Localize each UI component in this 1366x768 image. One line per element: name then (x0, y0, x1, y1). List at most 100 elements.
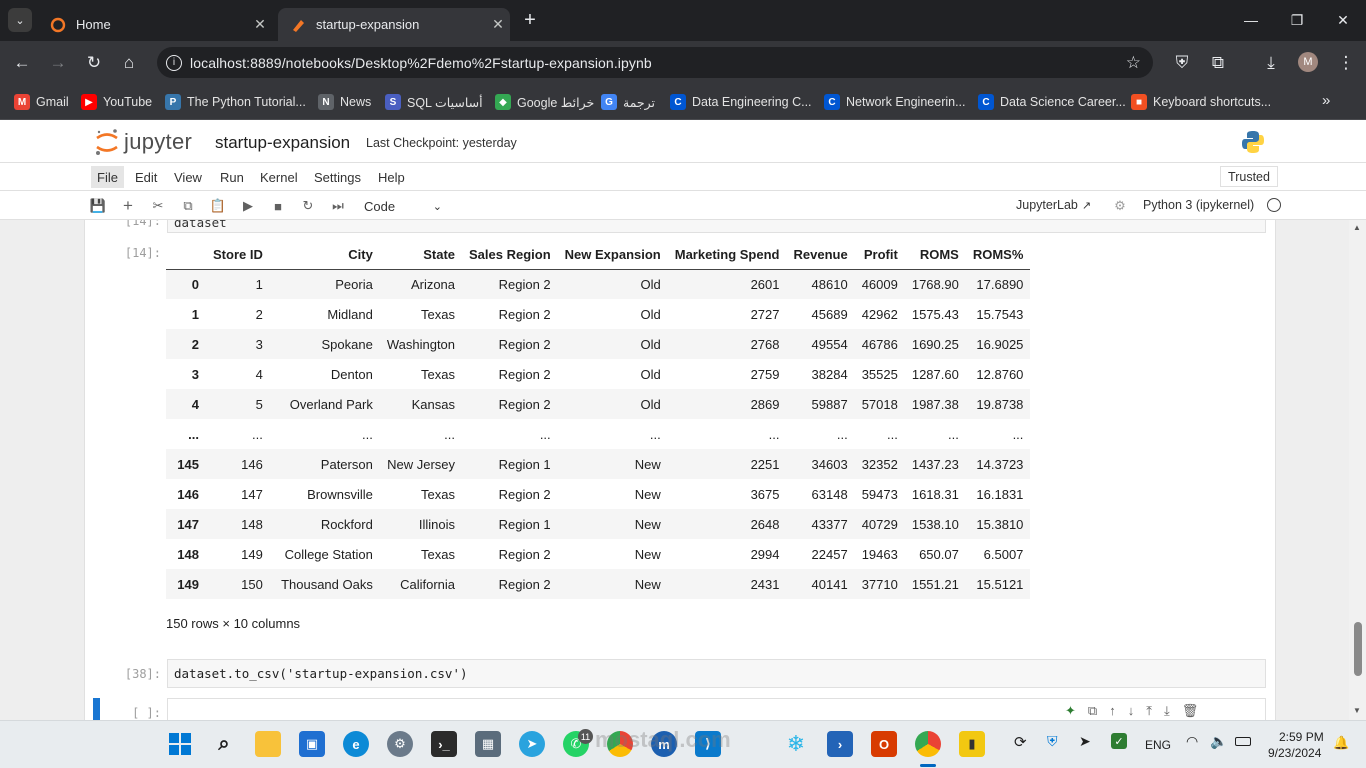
restore-icon[interactable]: ❐ (1274, 0, 1320, 40)
snowflake-icon[interactable]: ❄ (783, 731, 809, 757)
home-icon[interactable]: ⌂ (116, 50, 142, 76)
new-tab-button[interactable]: + (518, 8, 542, 32)
trusted-indicator[interactable]: Trusted (1220, 166, 1278, 187)
language-indicator[interactable]: ENG (1145, 738, 1171, 752)
edge-icon[interactable]: e (343, 731, 369, 757)
close-tab-icon[interactable]: ✕ (486, 16, 510, 33)
bookmark-item[interactable]: S SQL أساسيات (385, 93, 483, 111)
sync-icon[interactable]: ⟳ (1014, 733, 1027, 751)
bookmark-item[interactable]: C Data Science Career... (978, 93, 1126, 111)
kernel-settings-gear-icon[interactable]: ⚙ (1110, 196, 1130, 216)
jupyter-logo[interactable]: jupyter (94, 127, 192, 157)
notebook-title[interactable]: startup-expansion (215, 133, 350, 153)
telegram-icon[interactable]: ➤ (519, 731, 545, 757)
chrome-profile-icon[interactable] (915, 731, 941, 757)
clock-time[interactable]: 2:59 PM (1279, 730, 1324, 744)
address-bar[interactable]: i localhost:8889/notebooks/Desktop%2Fdem… (157, 47, 1153, 78)
tab-home[interactable]: Home ✕ (38, 8, 272, 41)
minimize-icon[interactable]: — (1228, 0, 1274, 40)
save-icon[interactable]: 💾 (88, 196, 108, 216)
check-tray-icon[interactable]: ✓ (1111, 733, 1127, 749)
add-cell-icon[interactable]: + (118, 196, 138, 216)
bookmark-item[interactable]: G ترجمة (601, 93, 655, 111)
profile-avatar[interactable]: M (1298, 52, 1318, 72)
clock-date[interactable]: 9/23/2024 (1268, 746, 1321, 760)
notification-bell-icon[interactable]: 🔔 (1333, 735, 1349, 751)
insert-below-icon[interactable]: ⤓ (1164, 703, 1170, 720)
jupyterlab-link[interactable]: JupyterLab ↗ (1016, 198, 1091, 212)
reload-icon[interactable]: ↻ (81, 50, 107, 76)
cut-icon[interactable]: ✂ (148, 196, 168, 216)
code-cell-38[interactable]: dataset.to_csv('startup-expansion.csv') (167, 659, 1266, 688)
bookmark-item[interactable]: ◆ Google خرائط (495, 93, 594, 111)
restart-icon[interactable]: ↻ (298, 196, 318, 216)
fast-forward-icon[interactable]: ⏭ (328, 196, 348, 216)
paste-icon[interactable]: 📋 (208, 196, 228, 216)
scrollbar-thumb[interactable] (1354, 622, 1362, 676)
insert-above-icon[interactable]: ⤒ (1146, 703, 1152, 720)
powershell-icon[interactable]: › (827, 731, 853, 757)
run-icon[interactable]: ▶ (238, 196, 258, 216)
close-tab-icon[interactable]: ✕ (248, 16, 272, 33)
move-down-icon[interactable]: ↓ (1128, 703, 1135, 720)
cell-type-dropdown[interactable]: Code ⌄ (358, 195, 446, 217)
volume-icon[interactable]: 🔈 (1210, 733, 1227, 750)
partial-code-cell[interactable]: dataset (167, 220, 1266, 233)
mathworks-icon[interactable]: m (651, 731, 677, 757)
bookmark-item[interactable]: ▶ YouTube (81, 93, 152, 111)
scroll-up-arrow-icon[interactable]: ▲ (1353, 223, 1361, 232)
calculator-icon[interactable]: ▦ (475, 731, 501, 757)
wifi-icon[interactable]: ◠ (1186, 733, 1198, 750)
duplicate-cell-icon[interactable]: ⧉ (1088, 703, 1097, 720)
menu-file[interactable]: File (91, 166, 124, 188)
battery-icon[interactable] (1235, 737, 1251, 746)
stop-icon[interactable]: ■ (268, 196, 288, 216)
url-text[interactable]: localhost:8889/notebooks/Desktop%2Fdemo%… (190, 55, 652, 71)
tab-startup-expansion[interactable]: startup-expansion ✕ (278, 8, 510, 41)
telegram-tray-icon[interactable]: ➤ (1079, 733, 1091, 750)
forward-arrow-icon[interactable]: → (45, 50, 71, 76)
delete-cell-icon[interactable]: 🗑 (1182, 703, 1199, 720)
security-shield-icon[interactable]: ⛨ (1047, 733, 1058, 750)
menu-help[interactable]: Help (372, 166, 411, 188)
shield-extension-icon[interactable]: ⛨ (1169, 50, 1195, 76)
bookmark-item[interactable]: N News (318, 93, 371, 111)
back-arrow-icon[interactable]: ← (9, 50, 35, 76)
windows-start-icon[interactable] (167, 731, 193, 757)
kernel-name[interactable]: Python 3 (ipykernel) (1143, 198, 1254, 212)
bookmark-item[interactable]: C Data Engineering C... (670, 93, 812, 111)
extensions-puzzle-icon[interactable]: ⧉ (1205, 50, 1231, 76)
power-bi-icon[interactable]: ▮ (959, 731, 985, 757)
bookmark-item[interactable]: M Gmail (14, 93, 69, 111)
menu-kernel[interactable]: Kernel (254, 166, 304, 188)
download-icon[interactable]: ⤓ (1258, 50, 1284, 76)
site-info-icon[interactable]: i (166, 54, 182, 71)
bookmarks-overflow-icon[interactable]: » (1322, 92, 1330, 109)
close-window-icon[interactable]: ✕ (1320, 0, 1366, 40)
menu-view[interactable]: View (168, 166, 208, 188)
bookmark-item[interactable]: ■ Keyboard shortcuts... (1131, 93, 1271, 111)
menu-run[interactable]: Run (214, 166, 250, 188)
copy-icon[interactable]: ⧉ (178, 196, 198, 216)
menu-edit[interactable]: Edit (129, 166, 163, 188)
chrome-icon[interactable] (607, 731, 633, 757)
chrome-menu-icon[interactable]: ⋮ (1333, 50, 1359, 76)
bookmark-item[interactable]: C Network Engineerin... (824, 93, 966, 111)
move-up-icon[interactable]: ↑ (1109, 703, 1116, 720)
file-explorer-icon[interactable] (255, 731, 281, 757)
office-icon[interactable]: O (871, 731, 897, 757)
ai-sparkle-icon[interactable]: ✦ (1065, 703, 1076, 720)
bookmark-item[interactable]: P The Python Tutorial... (165, 93, 306, 111)
bookmark-star-icon[interactable]: ☆ (1126, 53, 1141, 73)
search-icon[interactable]: ⌕ (211, 731, 237, 757)
tab-search-button[interactable]: ⌄ (8, 8, 32, 32)
notebook-scrollbar[interactable]: ▲ ▼ (1349, 220, 1366, 720)
settings-gear-icon[interactable]: ⚙ (387, 731, 413, 757)
vscode-icon[interactable]: ⟩ (695, 731, 721, 757)
scroll-down-arrow-icon[interactable]: ▼ (1353, 706, 1361, 715)
terminal-icon[interactable]: ›_ (431, 731, 457, 757)
menu-settings[interactable]: Settings (308, 166, 367, 188)
table-cell: 1551.21 (911, 576, 959, 592)
microsoft-store-icon[interactable]: ▣ (299, 731, 325, 757)
table-row: 4 5 Overland Park Kansas Region 2 Old 2869 5988… (166, 389, 1031, 419)
